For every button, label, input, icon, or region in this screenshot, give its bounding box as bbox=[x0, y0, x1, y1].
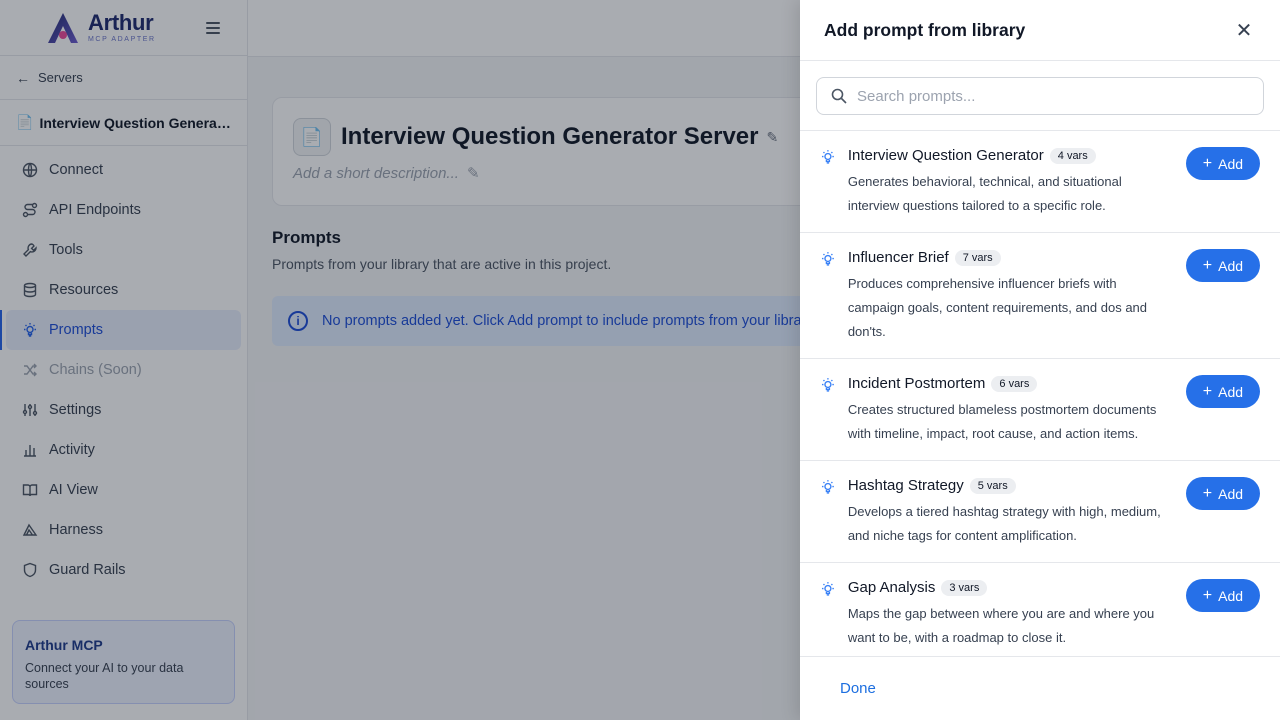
drawer-footer: Done bbox=[800, 656, 1280, 720]
add-prompt-button[interactable]: + Add bbox=[1185, 375, 1260, 408]
prompt-list: Interview Question Generator 4 vars Gene… bbox=[800, 131, 1280, 656]
prompt-info: Interview Question Generator 4 vars Gene… bbox=[848, 147, 1174, 218]
search-box[interactable] bbox=[816, 77, 1264, 115]
lightbulb-icon bbox=[821, 480, 834, 494]
plus-icon: + bbox=[1202, 484, 1213, 502]
list-item: Interview Question Generator 4 vars Gene… bbox=[800, 131, 1280, 233]
add-prompt-button[interactable]: + Add bbox=[1185, 147, 1260, 180]
list-item: Hashtag Strategy 5 vars Develops a tiere… bbox=[800, 461, 1280, 563]
search-section bbox=[800, 61, 1280, 131]
prompt-head: Gap Analysis 3 vars bbox=[848, 579, 1174, 596]
prompt-description: Maps the gap between where you are and w… bbox=[847, 606, 1155, 645]
close-icon[interactable]: ✕ bbox=[1232, 18, 1256, 42]
add-button-label: Add bbox=[1218, 257, 1244, 274]
plus-icon: + bbox=[1202, 586, 1213, 604]
list-item: Influencer Brief 7 vars Produces compreh… bbox=[800, 233, 1280, 359]
prompt-info: Hashtag Strategy 5 vars Develops a tiere… bbox=[848, 477, 1174, 548]
vars-badge: 3 vars bbox=[941, 579, 988, 596]
vars-badge: 7 vars bbox=[954, 249, 1001, 266]
prompt-name: Incident Postmortem bbox=[847, 375, 986, 392]
prompt-name: Hashtag Strategy bbox=[847, 477, 964, 494]
plus-icon: + bbox=[1202, 382, 1213, 400]
prompt-description: Produces comprehensive influencer briefs… bbox=[847, 276, 1148, 339]
prompt-info: Incident Postmortem 6 vars Creates struc… bbox=[848, 375, 1174, 446]
prompt-head: Interview Question Generator 4 vars bbox=[848, 147, 1174, 164]
prompt-name: Gap Analysis bbox=[847, 579, 936, 596]
search-input[interactable] bbox=[857, 87, 1237, 105]
prompt-name: Interview Question Generator bbox=[847, 147, 1044, 164]
vars-badge: 6 vars bbox=[991, 375, 1038, 392]
prompt-description: Creates structured blameless postmortem … bbox=[847, 402, 1157, 441]
prompt-head: Influencer Brief 7 vars bbox=[848, 249, 1174, 266]
add-button-label: Add bbox=[1218, 155, 1244, 172]
prompt-name: Influencer Brief bbox=[847, 249, 949, 266]
lightbulb-icon bbox=[821, 252, 834, 266]
lightbulb-icon bbox=[821, 378, 834, 392]
done-button[interactable]: Done bbox=[840, 680, 876, 697]
list-item: Incident Postmortem 6 vars Creates struc… bbox=[800, 359, 1280, 461]
list-item: Gap Analysis 3 vars Maps the gap between… bbox=[800, 563, 1280, 656]
add-prompt-drawer: Add prompt from library ✕ Interview Ques… bbox=[800, 0, 1280, 720]
prompt-info: Gap Analysis 3 vars Maps the gap between… bbox=[848, 579, 1174, 650]
plus-icon: + bbox=[1202, 154, 1213, 172]
prompt-head: Hashtag Strategy 5 vars bbox=[848, 477, 1174, 494]
prompt-description: Develops a tiered hashtag strategy with … bbox=[847, 504, 1161, 543]
add-button-label: Add bbox=[1218, 383, 1244, 400]
prompt-description: Generates behavioral, technical, and sit… bbox=[847, 174, 1122, 213]
vars-badge: 4 vars bbox=[1049, 147, 1096, 164]
add-prompt-button[interactable]: + Add bbox=[1185, 477, 1260, 510]
prompt-head: Incident Postmortem 6 vars bbox=[848, 375, 1174, 392]
add-prompt-button[interactable]: + Add bbox=[1185, 249, 1260, 282]
add-button-label: Add bbox=[1218, 587, 1244, 604]
add-button-label: Add bbox=[1218, 485, 1244, 502]
vars-badge: 5 vars bbox=[969, 477, 1016, 494]
search-icon bbox=[831, 88, 847, 104]
prompt-info: Influencer Brief 7 vars Produces compreh… bbox=[848, 249, 1174, 344]
add-prompt-button[interactable]: + Add bbox=[1185, 579, 1260, 612]
lightbulb-icon bbox=[821, 582, 834, 596]
lightbulb-icon bbox=[821, 150, 834, 164]
drawer-title: Add prompt from library bbox=[824, 19, 1026, 40]
drawer-header: Add prompt from library ✕ bbox=[800, 0, 1280, 61]
plus-icon: + bbox=[1202, 256, 1213, 274]
